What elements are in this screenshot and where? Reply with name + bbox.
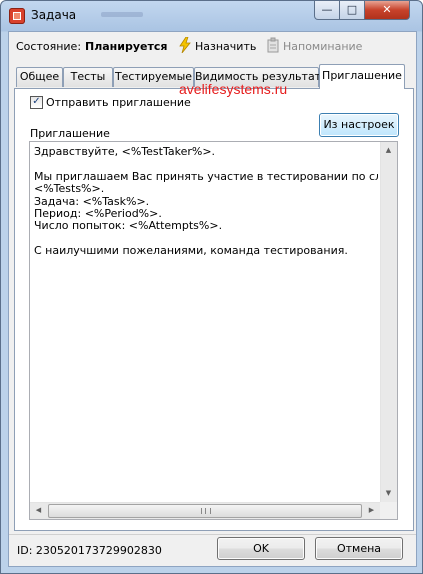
ok-button[interactable]: OK [217, 537, 305, 560]
invitation-text[interactable]: Здравствуйте, <%TestTaker%>. Мы приглаша… [34, 146, 378, 486]
watermark: avelifesystems.ru [179, 81, 288, 97]
tab-tests[interactable]: Тесты [63, 67, 113, 87]
invitation-text-editor[interactable]: Здравствуйте, <%TestTaker%>. Мы приглаша… [29, 141, 398, 520]
invitation-field-label: Приглашение [30, 127, 110, 140]
title-blur-mark [101, 12, 143, 17]
tab-invitation[interactable]: Приглашение [319, 64, 405, 89]
window-title: Задача [31, 8, 77, 22]
checkbox-box[interactable]: ✓ [30, 96, 43, 109]
scrollbar-corner [380, 502, 397, 519]
reminder-label: Напоминание [283, 40, 363, 53]
from-settings-button[interactable]: Из настроек [319, 113, 399, 137]
status-label: Состояние: [16, 40, 82, 53]
footer-divider [9, 534, 416, 535]
close-button[interactable]: ✕ [364, 1, 410, 20]
scroll-down-arrow-icon[interactable]: ▼ [381, 486, 396, 501]
task-id: ID: 230520173729902830 [17, 544, 162, 557]
reminder-clipboard-icon [267, 37, 279, 53]
minimize-button[interactable]: — [314, 1, 340, 20]
tab-general[interactable]: Общее [16, 67, 63, 87]
task-app-icon [9, 8, 25, 24]
horizontal-scroll-thumb[interactable] [48, 504, 362, 518]
maximize-button[interactable]: □ [339, 1, 365, 20]
vertical-scrollbar[interactable]: ▲ ▼ [380, 142, 397, 502]
status-value: Планируется [85, 40, 168, 53]
send-invitation-label: Отправить приглашение [46, 96, 191, 109]
status-toolbar: Состояние: Планируется Назначить Напомин… [9, 32, 416, 60]
cancel-button[interactable]: Отмена [315, 537, 403, 560]
task-window: Задача — □ ✕ Состояние: Планируется Назн… [0, 0, 423, 574]
scroll-up-arrow-icon[interactable]: ▲ [381, 143, 396, 158]
scroll-left-arrow-icon[interactable]: ◀ [31, 503, 46, 518]
scroll-right-arrow-icon[interactable]: ▶ [364, 503, 379, 518]
scroll-grip-icon [201, 508, 211, 514]
invitation-panel: ✓ Отправить приглашение Из настроек Приг… [14, 88, 414, 531]
horizontal-scrollbar[interactable]: ◀ ▶ [30, 502, 380, 519]
title-bar[interactable]: Задача — □ ✕ [1, 1, 422, 31]
lightning-bolt-icon [179, 37, 191, 53]
window-client-area: Состояние: Планируется Назначить Напомин… [8, 31, 417, 567]
assign-label: Назначить [195, 40, 257, 53]
